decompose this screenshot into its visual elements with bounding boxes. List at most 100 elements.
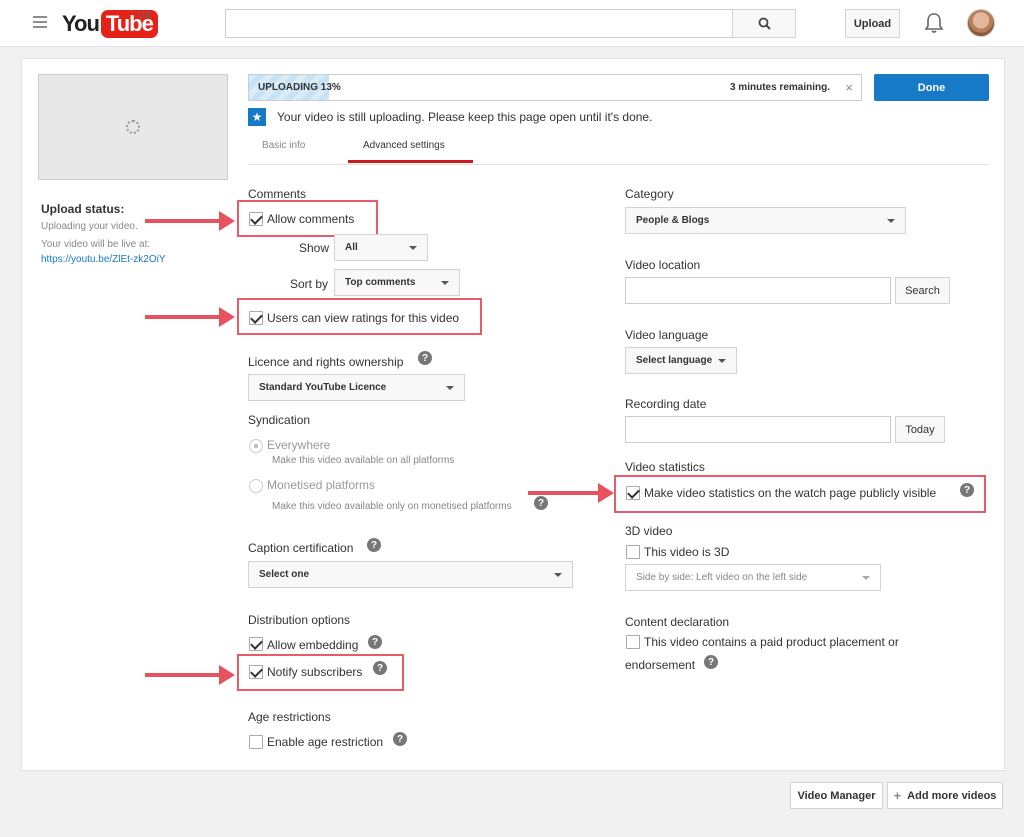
notifications-bell-icon[interactable] <box>924 12 944 37</box>
comments-title: Comments <box>248 187 307 201</box>
allow-comments-label: Allow comments <box>267 212 355 226</box>
help-icon[interactable]: ? <box>960 483 974 497</box>
allow-comments-checkbox[interactable] <box>249 212 263 226</box>
annotation-arrow <box>145 307 235 327</box>
add-more-videos-label: Add more videos <box>907 789 997 802</box>
licence-value: Standard YouTube Licence <box>259 382 387 393</box>
active-tab-indicator <box>348 160 473 163</box>
content-declaration-label-line2: endorsement <box>625 658 696 672</box>
monetised-label: Monetised platforms <box>267 478 376 492</box>
help-icon[interactable]: ? <box>534 496 548 510</box>
region-label: GB <box>138 10 152 20</box>
upload-notice: Your video is still uploading. Please ke… <box>277 110 653 124</box>
annotation-arrow <box>145 211 235 231</box>
today-button[interactable]: Today <box>895 416 945 443</box>
everywhere-label: Everywhere <box>267 438 331 452</box>
caption-title: Caption certification <box>248 541 354 555</box>
progress-label: UPLOADING 13% <box>258 82 341 93</box>
location-title: Video location <box>625 258 701 272</box>
content-declaration-label-line1: This video contains a paid product place… <box>644 635 899 649</box>
chevron-down-icon <box>441 281 449 285</box>
distribution-title: Distribution options <box>248 613 351 627</box>
syndication-title: Syndication <box>248 413 311 427</box>
language-title: Video language <box>625 328 709 342</box>
annotation-arrow <box>145 665 235 685</box>
plus-icon: + <box>893 788 902 803</box>
upload-button[interactable]: Upload <box>845 9 900 38</box>
help-icon[interactable]: ? <box>393 732 407 746</box>
caption-value: Select one <box>259 569 310 580</box>
language-select[interactable]: Select language <box>625 347 737 374</box>
content-declaration-title: Content declaration <box>625 615 730 629</box>
notify-subscribers-checkbox[interactable] <box>249 665 263 679</box>
comments-sort-select[interactable]: Top comments <box>334 269 460 296</box>
add-more-videos-button[interactable]: + Add more videos <box>887 782 1003 809</box>
video-3d-value: Side by side: Left video on the left sid… <box>636 572 808 583</box>
everywhere-radio[interactable] <box>249 439 263 453</box>
help-icon[interactable]: ? <box>367 538 381 552</box>
recording-title: Recording date <box>625 397 707 411</box>
video-statistics-checkbox[interactable] <box>626 486 640 500</box>
help-icon[interactable]: ? <box>373 661 387 675</box>
video-statistics-label: Make video statistics on the watch page … <box>644 486 937 500</box>
chevron-down-icon <box>718 359 726 363</box>
chevron-down-icon <box>554 573 562 577</box>
view-ratings-label: Users can view ratings for this video <box>267 311 460 325</box>
star-icon: ★ <box>248 108 266 126</box>
comments-show-select[interactable]: All <box>334 234 428 261</box>
comments-sort-value: Top comments <box>345 277 416 288</box>
time-remaining: 3 minutes remaining. <box>729 82 830 93</box>
tabs-divider <box>248 164 989 165</box>
chevron-down-icon <box>862 576 870 580</box>
licence-title: Licence and rights ownership <box>248 355 404 369</box>
loading-spinner-icon <box>126 120 140 134</box>
video-link[interactable]: https://youtu.be/ZlEt-zk2OiY <box>41 254 166 265</box>
monetised-desc: Make this video available only on moneti… <box>272 501 512 512</box>
search-button[interactable] <box>732 9 796 38</box>
search-icon <box>758 17 771 30</box>
avatar[interactable] <box>967 9 995 37</box>
age-restriction-checkbox[interactable] <box>249 735 263 749</box>
menu-icon[interactable] <box>33 16 47 31</box>
caption-select[interactable]: Select one <box>248 561 573 588</box>
video-3d-label: This video is 3D <box>644 545 730 559</box>
video-3d-checkbox[interactable] <box>626 545 640 559</box>
notify-subscribers-label: Notify subscribers <box>267 665 363 679</box>
chevron-down-icon <box>446 386 454 390</box>
video-3d-select[interactable]: Side by side: Left video on the left sid… <box>625 564 881 591</box>
upload-status-text: Uploading your video. <box>41 221 138 232</box>
recording-date-input[interactable] <box>625 416 891 443</box>
monetised-radio[interactable] <box>249 479 263 493</box>
live-at-text: Your video will be live at: <box>41 239 151 250</box>
licence-select[interactable]: Standard YouTube Licence <box>248 374 465 401</box>
video-3d-title: 3D video <box>625 524 673 538</box>
everywhere-desc: Make this video available on all platfor… <box>272 455 455 466</box>
cancel-upload-close-icon[interactable]: × <box>845 80 853 95</box>
help-icon[interactable]: ? <box>704 655 718 669</box>
annotation-arrow <box>528 483 614 503</box>
location-search-button[interactable]: Search <box>895 277 950 304</box>
location-input[interactable] <box>625 277 891 304</box>
show-label: Show <box>299 241 330 255</box>
chevron-down-icon <box>409 246 417 250</box>
allow-embedding-checkbox[interactable] <box>249 637 263 651</box>
allow-embedding-label: Allow embedding <box>267 638 359 652</box>
content-declaration-checkbox[interactable] <box>626 635 640 649</box>
video-manager-button[interactable]: Video Manager <box>790 782 883 809</box>
tab-basic-info[interactable]: Basic info <box>262 140 305 151</box>
age-title: Age restrictions <box>248 710 331 724</box>
chevron-down-icon <box>887 219 895 223</box>
search-input[interactable] <box>225 9 733 38</box>
help-icon[interactable]: ? <box>368 635 382 649</box>
help-icon[interactable]: ? <box>418 351 432 365</box>
sort-by-label: Sort by <box>290 277 329 291</box>
category-title: Category <box>625 187 674 201</box>
logo-you-text: You <box>62 11 100 36</box>
category-select[interactable]: People & Blogs <box>625 207 906 234</box>
done-button[interactable]: Done <box>874 74 989 101</box>
language-value: Select language <box>636 355 713 366</box>
upload-progress-bar: UPLOADING 13% 3 minutes remaining. × <box>248 74 862 101</box>
category-value: People & Blogs <box>636 215 710 226</box>
tab-advanced-settings[interactable]: Advanced settings <box>363 140 445 151</box>
view-ratings-checkbox[interactable] <box>249 311 263 325</box>
